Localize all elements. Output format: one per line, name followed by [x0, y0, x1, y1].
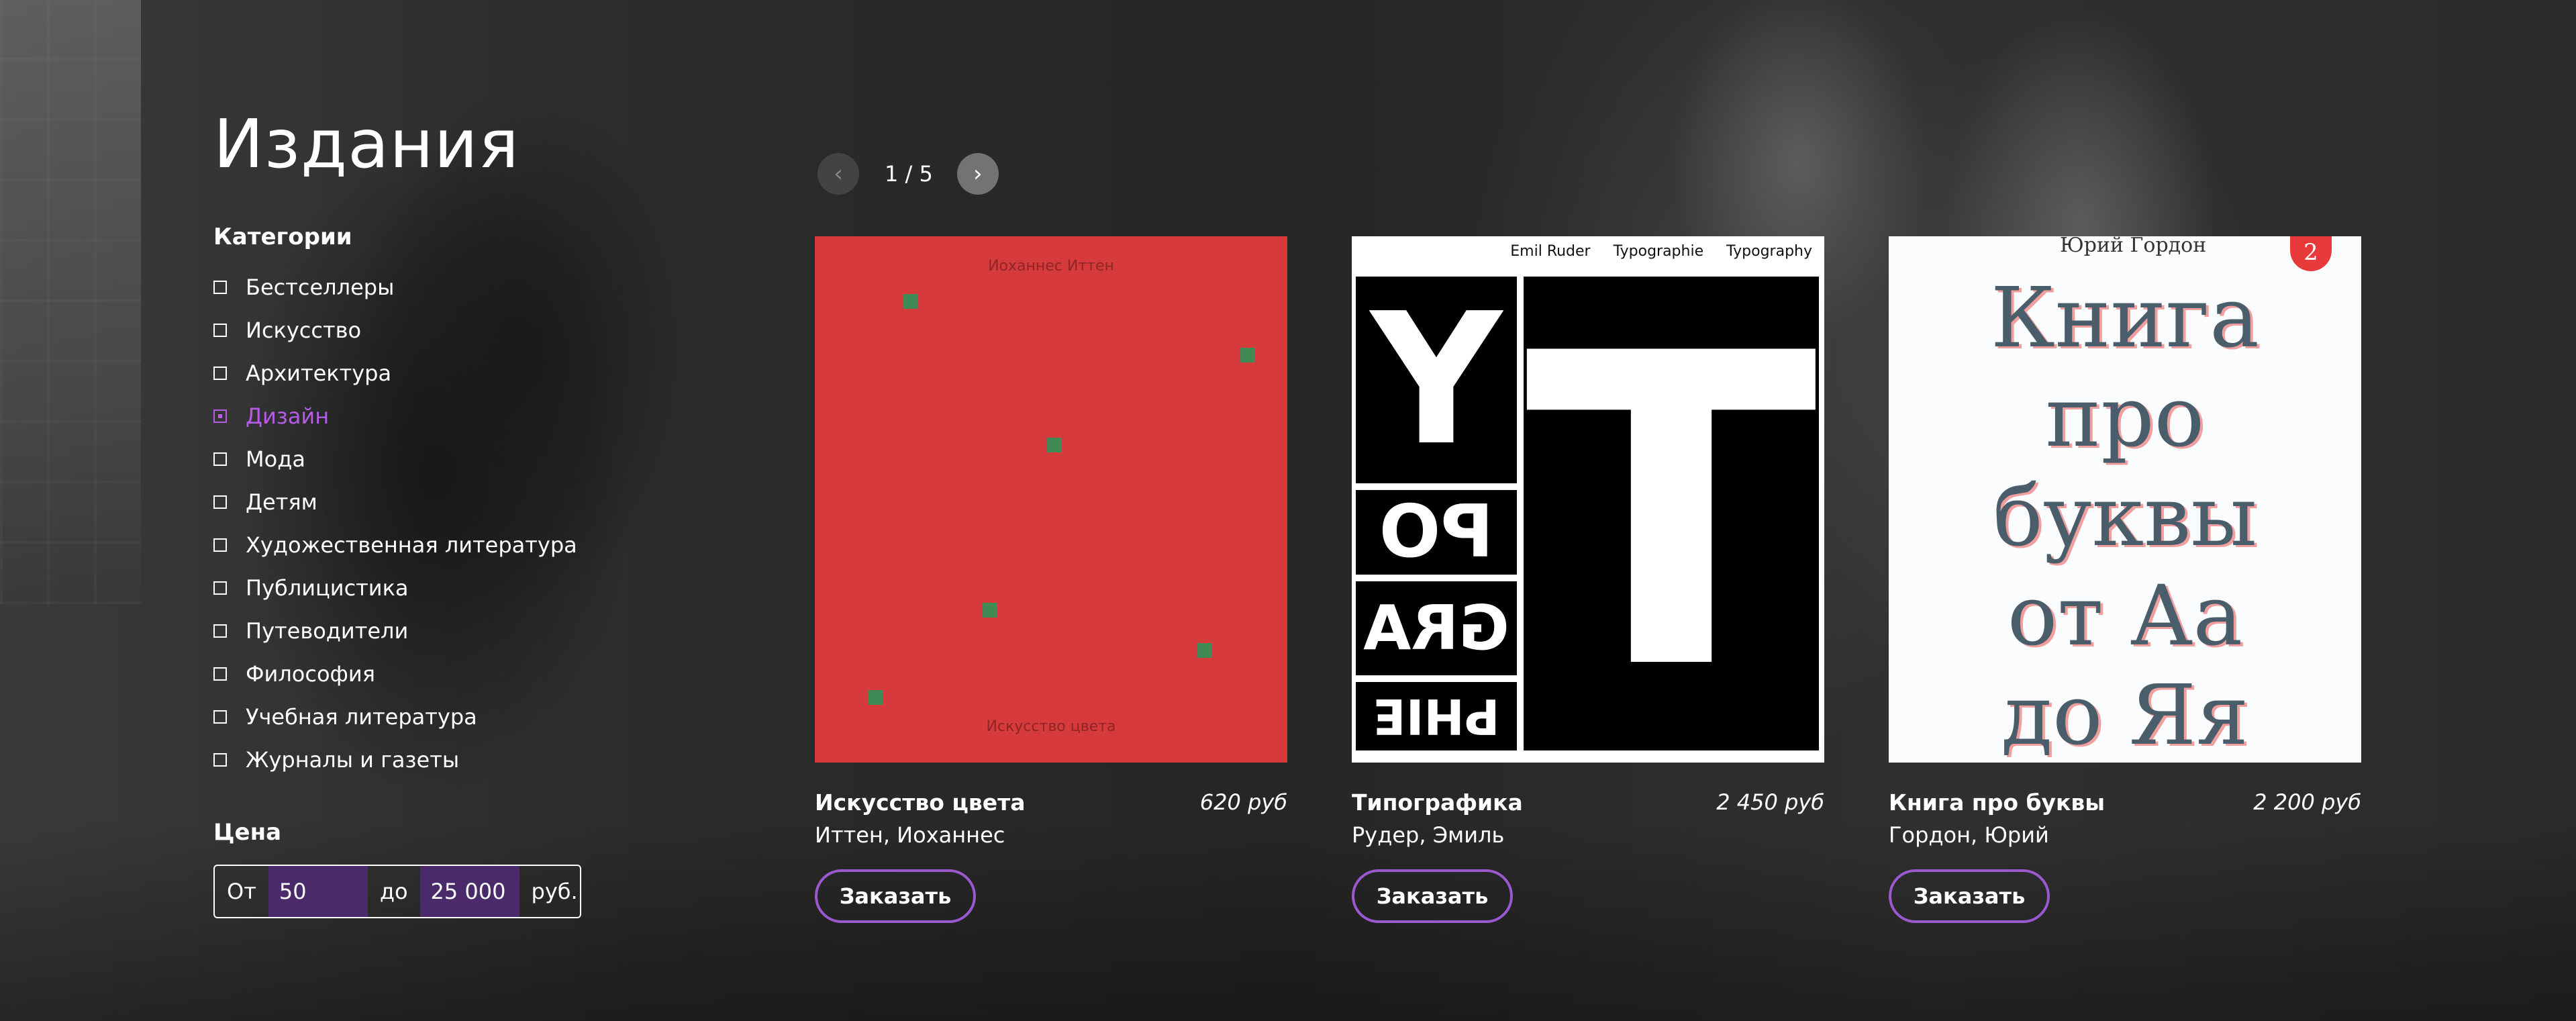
order-button[interactable]: Заказать — [1352, 869, 1513, 923]
price-from-label: От — [227, 879, 256, 904]
category-item-design[interactable]: Дизайн — [213, 395, 577, 438]
cover-dot — [869, 690, 883, 705]
price-unit: руб. — [531, 879, 578, 904]
cover-letter: GRA — [1363, 592, 1509, 664]
category-item-fashion[interactable]: Мода — [213, 438, 577, 481]
book-author: Гордон, Юрий — [1889, 822, 2049, 848]
cover-line: буквы — [1993, 469, 2257, 565]
book-author: Иттен, Иоханнес — [815, 822, 1005, 848]
book-title[interactable]: Типографика — [1352, 789, 1523, 816]
cover-author-text: Иоханнес Иттен — [988, 258, 1114, 275]
checkbox-checked-icon[interactable] — [213, 409, 227, 423]
edition-badge: 2 — [2290, 236, 2332, 271]
product-card: Emil Ruder Typographie Typography Y T PO… — [1352, 236, 1824, 923]
product-card: Иоханнес Иттен Искусство цвета Искусство… — [815, 236, 1287, 923]
checkbox-icon[interactable] — [213, 452, 227, 466]
price-heading: Цена — [213, 819, 282, 846]
checkbox-icon[interactable] — [213, 624, 227, 638]
order-button[interactable]: Заказать — [1889, 869, 2050, 923]
pagination: ‹ 1 / 5 › — [818, 153, 999, 195]
categories-heading: Категории — [213, 224, 352, 250]
category-item-magazines[interactable]: Журналы и газеты — [213, 738, 577, 781]
cover-author-text: Юрий Гордон — [2060, 236, 2207, 257]
price-to-label: до — [379, 879, 408, 904]
category-item-education[interactable]: Учебная литература — [213, 695, 577, 738]
cover-line: от Аа — [2007, 568, 2243, 665]
checkbox-icon[interactable] — [213, 538, 227, 552]
cover-dot — [1197, 643, 1212, 658]
book-price: 2 450 руб — [1716, 789, 1824, 815]
book-price: 620 руб — [1199, 789, 1287, 815]
checkbox-icon[interactable] — [213, 281, 227, 294]
cover-dot — [1240, 348, 1255, 362]
book-price: 2 200 руб — [2253, 789, 2361, 815]
order-button[interactable]: Заказать — [815, 869, 976, 923]
checkbox-icon[interactable] — [213, 710, 227, 724]
book-author: Рудер, Эмиль — [1352, 822, 1505, 848]
price-to-input[interactable] — [419, 866, 519, 917]
product-card: Юрий Гордон 2 Книга про буквы от Аа до Я… — [1889, 236, 2361, 923]
checkbox-icon[interactable] — [213, 753, 227, 767]
category-item-nonfiction[interactable]: Публицистика — [213, 567, 577, 610]
cover-line: до Яя — [2001, 667, 2249, 763]
cover-line: про — [2045, 369, 2205, 466]
cover-letter: T — [1524, 263, 1818, 763]
price-from-input[interactable] — [268, 866, 368, 917]
page-indicator: 1 / 5 — [885, 161, 933, 187]
cover-letter: PHIE — [1373, 688, 1500, 744]
category-item-guides[interactable]: Путеводители — [213, 610, 577, 652]
cover-line: Книга — [1990, 270, 2260, 367]
checkbox-icon[interactable] — [213, 495, 227, 509]
book-cover[interactable]: Emil Ruder Typographie Typography Y T PO… — [1352, 236, 1824, 763]
category-item-philosophy[interactable]: Философия — [213, 652, 577, 695]
cover-dot — [903, 294, 918, 309]
book-title[interactable]: Книга про буквы — [1889, 789, 2105, 816]
cover-title-text: Искусство цвета — [986, 718, 1116, 735]
chevron-left-icon: ‹ — [834, 160, 843, 187]
price-range-filter: От до руб. — [213, 865, 581, 918]
prev-page-button[interactable]: ‹ — [818, 153, 859, 195]
checkbox-icon[interactable] — [213, 667, 227, 681]
cover-dot — [1047, 438, 1062, 452]
book-cover[interactable]: Иоханнес Иттен Искусство цвета — [815, 236, 1287, 763]
checkbox-icon[interactable] — [213, 581, 227, 595]
next-page-button[interactable]: › — [956, 153, 999, 195]
chevron-right-icon: › — [973, 160, 983, 187]
category-list: Бестселлеры Искусство Архитектура Дизайн… — [213, 266, 577, 781]
book-cover[interactable]: Юрий Гордон 2 Книга про буквы от Аа до Я… — [1889, 236, 2361, 763]
cover-dot — [983, 603, 997, 618]
cover-letter: Y — [1371, 274, 1502, 485]
checkbox-icon[interactable] — [213, 367, 227, 380]
category-item-bestsellers[interactable]: Бестселлеры — [213, 266, 577, 309]
category-item-kids[interactable]: Детям — [213, 481, 577, 524]
book-title[interactable]: Искусство цвета — [815, 789, 1026, 816]
category-item-fiction[interactable]: Художественная литература — [213, 524, 577, 567]
cover-header: Emil Ruder Typographie Typography — [1510, 243, 1812, 260]
page-title: Издания — [213, 105, 519, 183]
category-item-art[interactable]: Искусство — [213, 309, 577, 352]
checkbox-icon[interactable] — [213, 324, 227, 337]
cover-letter: PO — [1379, 490, 1494, 574]
category-item-architecture[interactable]: Архитектура — [213, 352, 577, 395]
